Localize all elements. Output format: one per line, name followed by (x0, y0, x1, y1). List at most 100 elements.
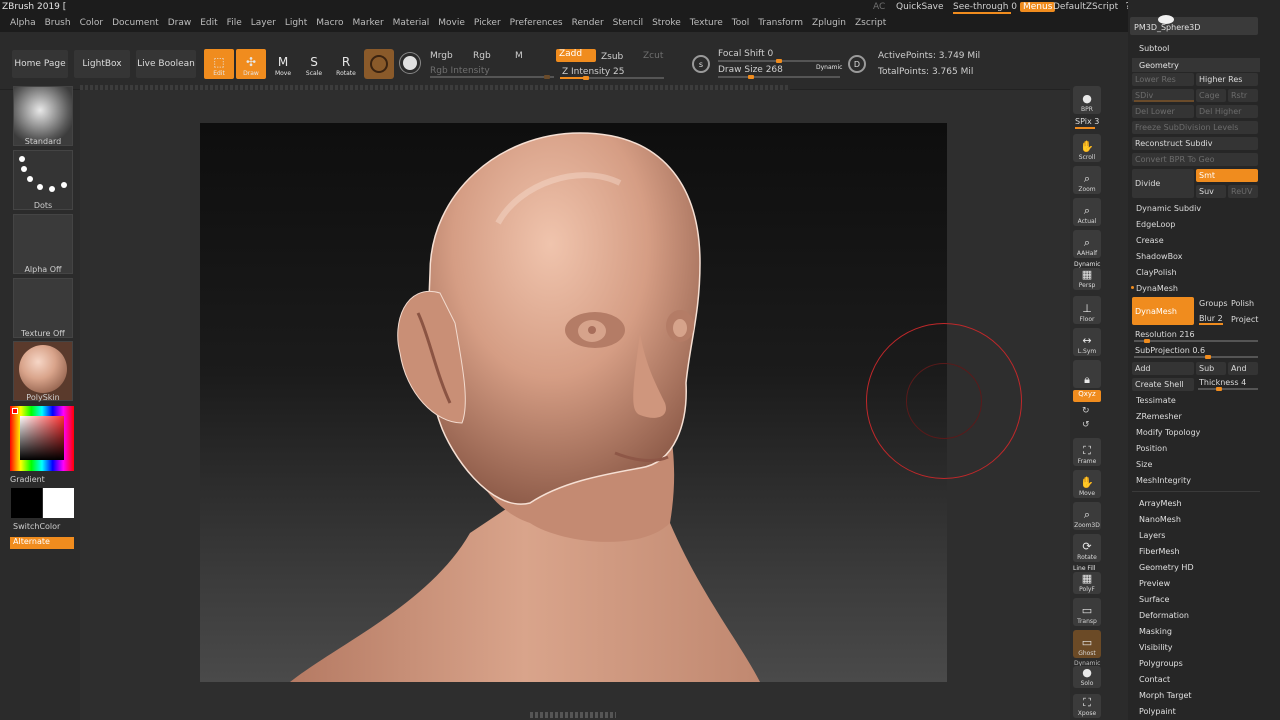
add-button[interactable]: Add (1132, 362, 1194, 375)
draw-size-knob[interactable] (748, 75, 754, 79)
menu-marker[interactable]: Marker (353, 18, 384, 28)
dynamic-draw-icon[interactable]: D (848, 55, 866, 73)
convert-bpr-button[interactable]: Convert BPR To Geo (1132, 153, 1258, 166)
polish-toggle[interactable]: Polish (1231, 299, 1254, 308)
del-lower-button[interactable]: Del Lower (1132, 105, 1194, 118)
document-canvas[interactable] (200, 123, 947, 682)
menu-document[interactable]: Document (112, 18, 159, 28)
groups-toggle[interactable]: Groups (1199, 299, 1228, 308)
active-tool-slot[interactable]: PM3D_Sphere3D (1130, 15, 1258, 35)
modify-topology-menu[interactable]: Modify Topology (1136, 428, 1200, 437)
morph-target-menu[interactable]: Morph Target (1139, 691, 1192, 700)
ghost-button[interactable]: ▭ Ghost (1073, 630, 1101, 658)
menu-stencil[interactable]: Stencil (613, 18, 643, 28)
reconstruct-subdiv-button[interactable]: Reconstruct Subdiv (1132, 137, 1258, 150)
del-higher-button[interactable]: Del Higher (1196, 105, 1258, 118)
bpr-button[interactable]: ● BPR (1073, 86, 1101, 114)
rotate-view-button[interactable]: ⟳ Rotate (1073, 534, 1101, 562)
move-view-button[interactable]: ✋ Move (1073, 470, 1101, 498)
dynamesh-menu[interactable]: DynaMesh (1136, 284, 1178, 293)
cage-button[interactable]: Cage (1196, 89, 1226, 102)
zsub-button[interactable]: Zsub (601, 52, 623, 62)
rotate-y-icon[interactable]: ↻ (1082, 406, 1090, 416)
rstr-button[interactable]: Rstr (1228, 89, 1258, 102)
lower-res-button[interactable]: Lower Res (1132, 73, 1194, 86)
size-menu[interactable]: Size (1136, 460, 1152, 469)
primary-color-swatch[interactable] (11, 488, 42, 518)
thickness-knob[interactable] (1216, 387, 1222, 391)
resolution-knob[interactable] (1144, 339, 1150, 343)
floor-button[interactable]: ⊥ Floor (1073, 296, 1101, 324)
menu-preferences[interactable]: Preferences (510, 18, 563, 28)
menu-draw[interactable]: Draw (168, 18, 192, 28)
dynamic-toggle[interactable]: Dynamic (816, 64, 842, 71)
scale-button[interactable]: S Scale (299, 49, 329, 79)
menu-light[interactable]: Light (285, 18, 307, 28)
zoom-button[interactable]: ⌕ Zoom (1073, 166, 1101, 194)
default-zscript-button[interactable]: DefaultZScript (1053, 2, 1118, 12)
xpose-button[interactable]: ⛶ Xpose (1073, 694, 1101, 718)
suv-toggle[interactable]: Suv (1196, 185, 1226, 198)
lock-button[interactable]: 🔒︎ (1073, 360, 1101, 388)
thickness-slider[interactable]: Thickness 4 (1199, 378, 1246, 387)
contact-menu[interactable]: Contact (1139, 675, 1170, 684)
menu-layer[interactable]: Layer (251, 18, 276, 28)
rotate-button[interactable]: R Rotate (331, 49, 361, 79)
lightbox-button[interactable]: LightBox (74, 50, 130, 78)
spix-label[interactable]: SPix 3 (1075, 117, 1099, 126)
menu-tool[interactable]: Tool (732, 18, 749, 28)
polygroups-menu[interactable]: Polygroups (1139, 659, 1183, 668)
color-square[interactable] (20, 416, 64, 460)
rgb-intensity-knob[interactable] (544, 75, 550, 79)
tessimate-menu[interactable]: Tessimate (1136, 396, 1176, 405)
menu-picker[interactable]: Picker (474, 18, 501, 28)
position-menu[interactable]: Position (1136, 444, 1167, 453)
zadd-button[interactable]: Zadd (556, 49, 596, 62)
claypolish-menu[interactable]: ClayPolish (1136, 268, 1177, 277)
smt-toggle[interactable]: Smt (1196, 169, 1258, 182)
fibermesh-menu[interactable]: FiberMesh (1139, 547, 1180, 556)
solo-button[interactable]: ● Solo (1073, 666, 1101, 688)
menu-zscript[interactable]: Zscript (855, 18, 886, 28)
home-page-button[interactable]: Home Page (12, 50, 68, 78)
transp-button[interactable]: ▭ Transp (1073, 598, 1101, 626)
rotate-z-icon[interactable]: ↺ (1082, 420, 1090, 430)
dynamesh-button[interactable]: DynaMesh (1132, 297, 1194, 325)
material-swatch-button[interactable] (364, 49, 394, 79)
alternate-button[interactable]: Alternate (10, 537, 74, 549)
edgeloop-menu[interactable]: EdgeLoop (1136, 220, 1175, 229)
menu-edit[interactable]: Edit (200, 18, 217, 28)
meshintegrity-menu[interactable]: MeshIntegrity (1136, 476, 1191, 485)
aahalf-button[interactable]: ⌕ AAHalf (1073, 230, 1101, 258)
secondary-color-swatch[interactable] (43, 488, 74, 518)
m-button[interactable]: M (515, 51, 523, 61)
reuv-toggle[interactable]: ReUV (1228, 185, 1258, 198)
focal-shift-icon[interactable]: s (692, 55, 710, 73)
scroll-button[interactable]: ✋ Scroll (1073, 134, 1101, 162)
focal-shift-knob[interactable] (776, 59, 782, 63)
menu-render[interactable]: Render (572, 18, 604, 28)
geometry-header[interactable]: Geometry (1132, 58, 1260, 72)
rgb-button[interactable]: Rgb (473, 51, 491, 61)
surface-menu[interactable]: Surface (1139, 595, 1169, 604)
color-mode-icon[interactable] (400, 53, 420, 73)
and-button[interactable]: And (1228, 362, 1258, 375)
menu-transform[interactable]: Transform (758, 18, 803, 28)
menu-alpha[interactable]: Alpha (10, 18, 36, 28)
higher-res-button[interactable]: Higher Res (1196, 73, 1258, 86)
menu-texture[interactable]: Texture (690, 18, 723, 28)
freeze-subdivision-button[interactable]: Freeze SubDivision Levels (1132, 121, 1258, 134)
switch-color-button[interactable]: SwitchColor (13, 522, 60, 531)
project-toggle[interactable]: Project (1231, 315, 1258, 324)
menu-material[interactable]: Material (393, 18, 430, 28)
nanomesh-menu[interactable]: NanoMesh (1139, 515, 1181, 524)
masking-menu[interactable]: Masking (1139, 627, 1172, 636)
move-button[interactable]: M Move (268, 49, 298, 79)
color-picker[interactable] (10, 406, 74, 471)
subprojection-slider[interactable]: SubProjection 0.6 (1135, 346, 1205, 355)
subprojection-knob[interactable] (1205, 355, 1211, 359)
frame-button[interactable]: ⛶ Frame (1073, 438, 1101, 466)
resolution-slider[interactable]: Resolution 216 (1135, 330, 1195, 339)
gradient-label[interactable]: Gradient (10, 475, 45, 484)
see-through-slider[interactable]: See-through 0 (953, 2, 1017, 12)
